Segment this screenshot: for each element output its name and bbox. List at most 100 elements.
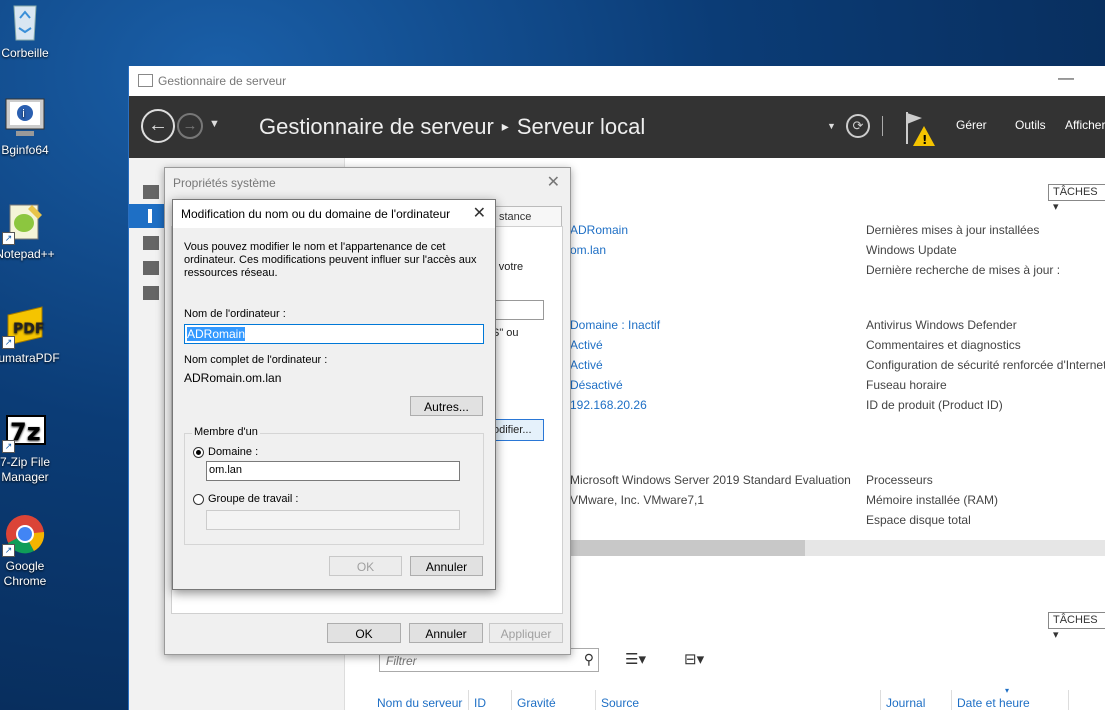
- search-icon[interactable]: ⚲: [584, 651, 594, 668]
- svg-text:i: i: [22, 107, 25, 120]
- column-header-log[interactable]: Journal: [886, 696, 925, 710]
- desktop-icon-chrome[interactable]: ↗ Google Chrome: [0, 513, 65, 589]
- property-value[interactable]: ADRomain: [570, 223, 628, 237]
- property-static: VMware, Inc. VMware7,1: [570, 493, 705, 507]
- minimize-button[interactable]: —: [1058, 70, 1074, 88]
- tab-remote-fragment[interactable]: stance: [490, 206, 562, 228]
- breadcrumb-dropdown-icon[interactable]: ▼: [827, 121, 836, 131]
- column-header-id[interactable]: ID: [474, 696, 486, 710]
- desktop-icon-label: Corbeille: [1, 46, 49, 60]
- system-ok-button[interactable]: OK: [327, 623, 401, 643]
- filter-input[interactable]: [384, 653, 578, 669]
- horizontal-scrollbar[interactable]: [570, 540, 1105, 556]
- scrollbar-thumb[interactable]: [570, 540, 805, 556]
- more-button[interactable]: Autres...: [410, 396, 483, 416]
- desktop-icon-label: Google Chrome: [3, 559, 47, 588]
- shortcut-arrow-icon: ↗: [2, 232, 15, 245]
- dashboard-icon: [143, 185, 159, 199]
- sidebar-item-local-server[interactable]: [129, 204, 167, 228]
- column-separator: [595, 690, 596, 710]
- computer-name-input[interactable]: ADRomain: [184, 324, 484, 344]
- full-name-value: ADRomain.om.lan: [184, 371, 282, 385]
- shortcut-arrow-icon: ↗: [2, 336, 15, 349]
- save-query-icon[interactable]: ⊟▾: [684, 650, 704, 668]
- menu-afficher[interactable]: Afficher: [1065, 118, 1105, 132]
- domain-input[interactable]: om.lan: [206, 461, 460, 481]
- back-button[interactable]: ←: [141, 109, 175, 143]
- column-header-server-name[interactable]: Nom du serveur: [377, 696, 462, 710]
- desktop-icon-sumatrapdf[interactable]: PDF ↗ SumatraPDF: [0, 305, 65, 366]
- workgroup-label[interactable]: Groupe de travail :: [208, 493, 299, 505]
- properties-tasks-button[interactable]: TÂCHES ▾: [1048, 184, 1105, 213]
- breadcrumb-separator-icon: ▸: [501, 118, 509, 134]
- rename-dialog-title: Modification du nom ou du domaine de l'o…: [181, 207, 451, 221]
- system-cancel-button[interactable]: Annuler: [409, 623, 483, 643]
- property-label: Mémoire installée (RAM): [866, 493, 999, 507]
- rename-cancel-button[interactable]: Annuler: [410, 556, 483, 576]
- menu-outils[interactable]: Outils: [1015, 118, 1046, 132]
- tasks-label: TÂCHES: [1053, 186, 1098, 198]
- sumatrapdf-icon: PDF ↗: [2, 305, 46, 349]
- refresh-icon[interactable]: ⟳: [846, 114, 870, 138]
- property-value[interactable]: Désactivé: [570, 378, 623, 392]
- forward-button[interactable]: →: [177, 113, 203, 139]
- list-options-icon[interactable]: ☰▾: [625, 650, 646, 668]
- header-divider: [882, 116, 883, 136]
- column-header-source[interactable]: Source: [601, 696, 639, 710]
- column-header-severity[interactable]: Gravité: [517, 696, 556, 710]
- property-label: Windows Update: [866, 243, 957, 257]
- svg-text:!: !: [922, 133, 927, 147]
- desktop-icon-7zip[interactable]: 7z ↗ 7-Zip File Manager: [0, 409, 65, 485]
- property-value[interactable]: Domaine : Inactif: [570, 318, 660, 332]
- desktop-icon-recycle-bin[interactable]: Corbeille: [0, 0, 65, 61]
- notepadpp-icon: ↗: [2, 201, 46, 245]
- sidebar-item-file-services[interactable]: [129, 281, 167, 305]
- breadcrumb: Gestionnaire de serveur ▸ Serveur local: [259, 114, 645, 140]
- breadcrumb-root[interactable]: Gestionnaire de serveur: [259, 114, 494, 139]
- close-icon[interactable]: ✕: [473, 203, 486, 223]
- system-apply-button[interactable]: Appliquer: [489, 623, 563, 643]
- column-header-date[interactable]: Date et heure: [957, 696, 1030, 710]
- system-properties-title: Propriétés système: [173, 176, 276, 190]
- history-dropdown-icon[interactable]: ▼: [209, 118, 220, 130]
- all-servers-icon: [143, 236, 159, 250]
- desktop-icon-bginfo[interactable]: i Bginfo64: [0, 97, 65, 158]
- text-fragment: r votre: [492, 261, 524, 273]
- domain-radio[interactable]: [193, 447, 204, 458]
- property-label: Dernière recherche de mises à jour :: [866, 263, 1061, 277]
- property-value[interactable]: Activé: [570, 358, 603, 372]
- sidebar-item-all-servers[interactable]: [129, 231, 167, 255]
- rename-ok-button[interactable]: OK: [329, 556, 402, 576]
- domain-label[interactable]: Domaine :: [208, 446, 258, 458]
- window-titlebar: Gestionnaire de serveur —: [129, 66, 1105, 96]
- property-label: Antivirus Windows Defender: [866, 318, 1017, 332]
- description-input-fragment[interactable]: [492, 300, 544, 320]
- bginfo-icon: i: [4, 97, 46, 139]
- sidebar-item-dashboard[interactable]: [129, 180, 167, 204]
- full-name-label: Nom complet de l'ordinateur :: [184, 354, 328, 366]
- property-value[interactable]: om.lan: [570, 243, 606, 257]
- rename-computer-dialog: Modification du nom ou du domaine de l'o…: [172, 199, 496, 590]
- property-value[interactable]: Activé: [570, 338, 603, 352]
- property-label: Dernières mises à jour installées: [866, 223, 1040, 237]
- notification-flag-icon[interactable]: !: [904, 110, 938, 151]
- chevron-down-icon: ▾: [1053, 629, 1059, 641]
- workgroup-input[interactable]: [206, 510, 460, 530]
- property-label: Espace disque total: [866, 513, 971, 527]
- property-value[interactable]: 192.168.20.26: [570, 398, 647, 412]
- window-title: Gestionnaire de serveur: [158, 74, 287, 88]
- sidebar-item-ad-ds[interactable]: [129, 256, 167, 280]
- modify-button-fragment[interactable]: odifier...: [492, 419, 544, 441]
- ad-ds-icon: [143, 261, 159, 275]
- property-label: Processeurs: [866, 473, 933, 487]
- workgroup-radio[interactable]: [193, 494, 204, 505]
- modify-label-fragment: odifier...: [493, 424, 532, 436]
- column-separator: [951, 690, 952, 710]
- shortcut-arrow-icon: ↗: [2, 440, 15, 453]
- back-arrow-icon: ←: [148, 114, 168, 136]
- events-tasks-button[interactable]: TÂCHES ▾: [1048, 612, 1105, 641]
- server-manager-app-icon: [138, 74, 153, 87]
- menu-gerer[interactable]: Gérer: [956, 118, 987, 132]
- desktop-icon-notepadpp[interactable]: ↗ Notepad++: [0, 201, 65, 262]
- close-icon[interactable]: ✕: [547, 172, 560, 192]
